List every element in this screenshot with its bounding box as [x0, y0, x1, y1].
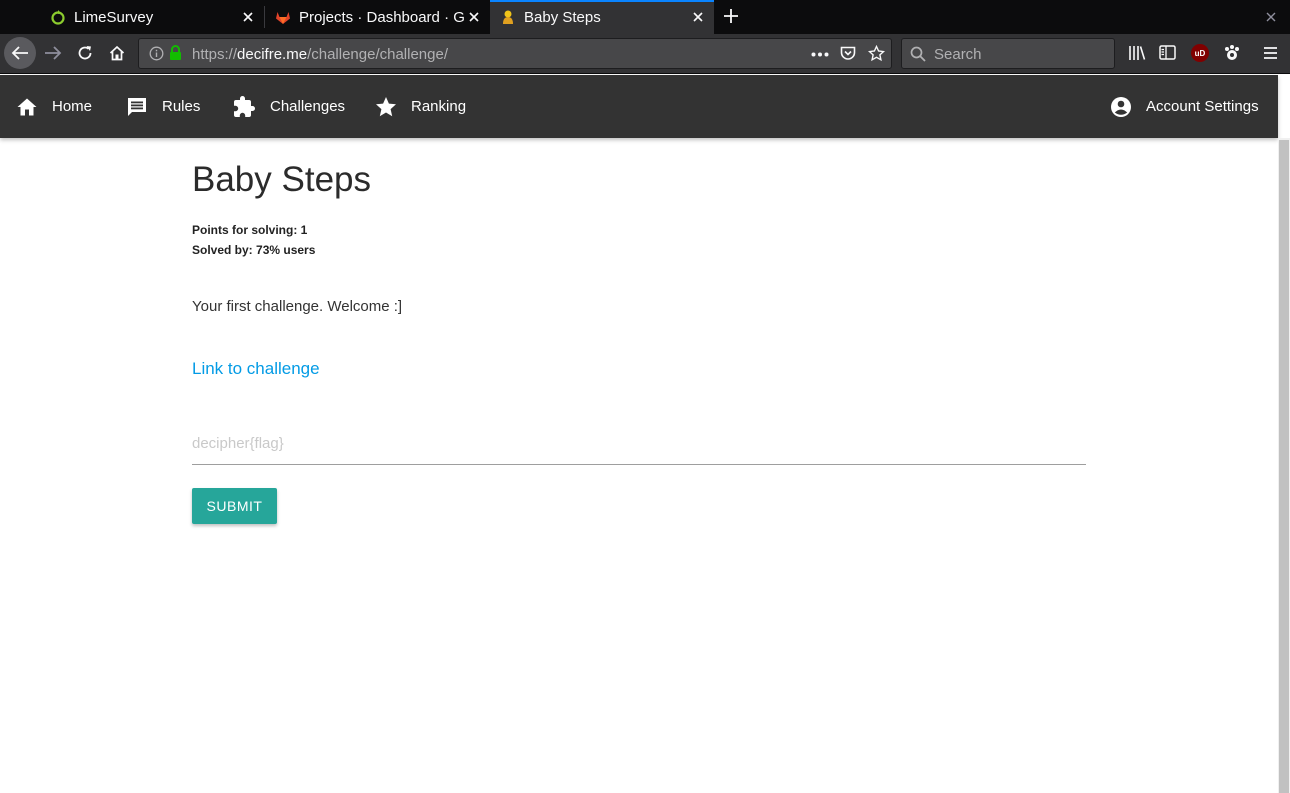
browser-nav-bar: https://decifre.me/challenge/challenge/ …: [0, 34, 1290, 74]
nav-item-label: Home: [52, 98, 93, 115]
extension-paw-icon[interactable]: [1223, 44, 1241, 62]
back-arrow-icon[interactable]: [4, 37, 36, 69]
points-for-solving: Points for solving: 1: [192, 223, 308, 237]
forward-arrow-icon[interactable]: [37, 37, 69, 69]
browser-tab-strip: LimeSurvey Projects · Dashboard · Gi Bab…: [0, 0, 1290, 34]
pocket-icon[interactable]: [840, 46, 856, 61]
secure-lock-icon[interactable]: [169, 45, 182, 61]
search-icon: [910, 46, 926, 62]
tab-close-icon[interactable]: [464, 7, 484, 27]
submit-button[interactable]: SUBMIT: [192, 488, 277, 524]
ublock-origin-icon[interactable]: uD: [1191, 44, 1209, 62]
home-icon: [17, 98, 37, 115]
hamburger-menu-icon[interactable]: [1263, 46, 1278, 60]
url-path: /challenge/challenge/: [307, 46, 449, 63]
info-icon[interactable]: [149, 46, 164, 61]
tab-title: LimeSurvey: [74, 8, 154, 26]
site-navbar: Home Rules Challenges Ranking Account Se…: [0, 75, 1278, 138]
home-icon[interactable]: [101, 37, 133, 69]
tab-close-icon[interactable]: [688, 7, 708, 27]
library-icon[interactable]: [1128, 45, 1146, 61]
page-actions-icon[interactable]: [811, 52, 829, 57]
page-title: Baby Steps: [192, 160, 371, 199]
account-circle-icon: [1111, 96, 1131, 117]
limesurvey-icon: [51, 10, 65, 25]
nav-item-label: Rules: [162, 98, 201, 115]
tab-title: Baby Steps: [524, 8, 601, 26]
gitlab-icon: [276, 12, 290, 24]
ublock-label: uD: [1194, 48, 1206, 58]
tab-title: Projects · Dashboard · Gi: [299, 8, 464, 26]
solved-by-percentage: Solved by: 73% users: [192, 243, 316, 257]
new-tab-plus-icon[interactable]: [720, 5, 742, 27]
window-close-icon[interactable]: [1264, 10, 1278, 24]
nav-item-label: Challenges: [270, 98, 346, 115]
challenge-meta: Points for solving: 1 Solved by: 73% use…: [192, 220, 315, 260]
tab-baby-steps[interactable]: Baby Steps: [490, 0, 714, 34]
tab-limesurvey[interactable]: LimeSurvey: [40, 0, 265, 34]
search-placeholder: Search: [934, 46, 982, 63]
search-bar[interactable]: Search: [901, 38, 1115, 69]
puzzle-icon: [234, 95, 255, 117]
nav-item-account-settings[interactable]: Account Settings: [1110, 75, 1259, 138]
url-host: decifre.me: [237, 46, 308, 63]
nav-item-ranking[interactable]: Ranking: [375, 75, 466, 138]
nav-item-home[interactable]: Home: [16, 75, 92, 138]
tab-close-icon[interactable]: [238, 7, 258, 27]
nav-item-challenges[interactable]: Challenges: [232, 75, 345, 138]
nav-item-rules[interactable]: Rules: [126, 75, 200, 138]
comment-icon: [128, 97, 146, 116]
bookmark-star-icon[interactable]: [868, 45, 885, 62]
address-bar[interactable]: https://decifre.me/challenge/challenge/: [138, 38, 892, 69]
nav-item-label: Ranking: [411, 98, 467, 115]
challenge-description: Your first challenge. Welcome :]: [192, 298, 403, 315]
account-settings-label: Account Settings: [1146, 98, 1259, 115]
flag-input[interactable]: [192, 422, 1086, 465]
baby-icon: [503, 10, 513, 24]
challenge-link[interactable]: Link to challenge: [192, 359, 320, 379]
scrollbar-thumb[interactable]: [1279, 140, 1289, 793]
star-icon: [376, 96, 396, 116]
url-text[interactable]: https://decifre.me/challenge/challenge/: [192, 46, 448, 63]
sidebar-toggle-icon[interactable]: [1159, 45, 1176, 60]
reload-icon[interactable]: [69, 37, 101, 69]
url-scheme: https://: [192, 46, 238, 63]
tab-gitlab-projects[interactable]: Projects · Dashboard · Gi: [265, 0, 490, 34]
